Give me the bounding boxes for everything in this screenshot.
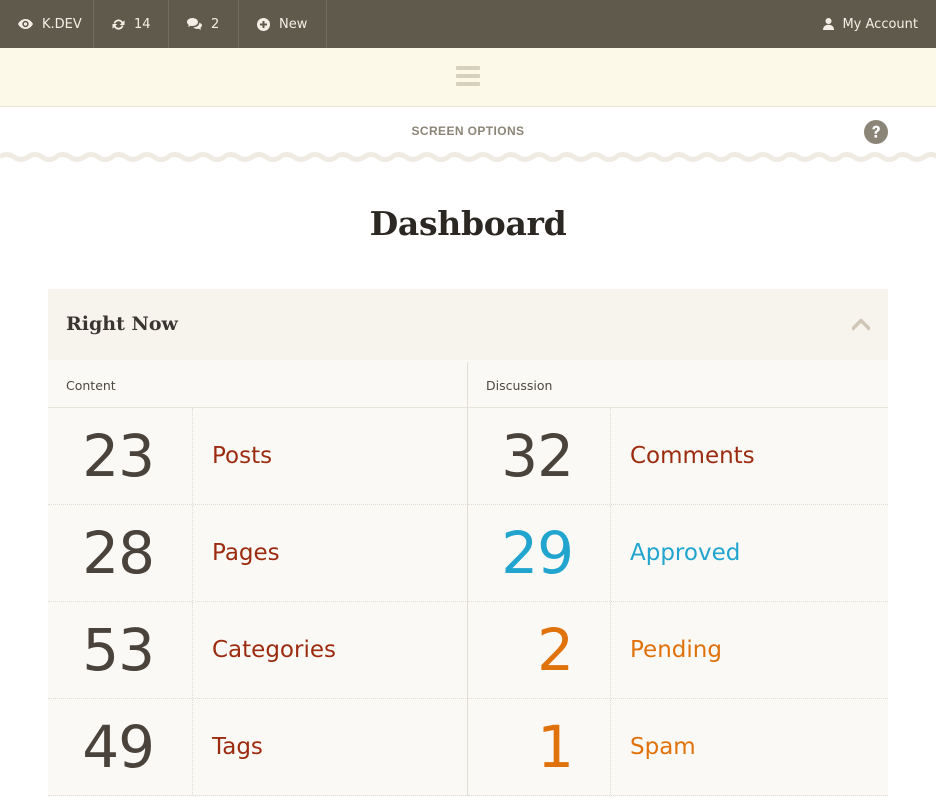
content-column-header: Content [48, 362, 468, 408]
pages-link[interactable]: Pages [212, 505, 280, 601]
plus-circle-icon [257, 17, 270, 31]
discussion-column-header: Discussion [468, 362, 888, 408]
spam-link[interactable]: Spam [630, 699, 696, 795]
my-account-link[interactable]: My Account [823, 0, 918, 48]
right-now-widget: Right Now Content Discussion 23 Posts 28… [48, 289, 888, 797]
comments-link[interactable]: 2 [169, 0, 239, 48]
site-link[interactable]: K.DEV [0, 0, 94, 48]
pending-count[interactable]: 2 [468, 602, 611, 698]
menu-bar [0, 48, 936, 107]
tags-count[interactable]: 49 [48, 699, 193, 795]
widget-title: Right Now [66, 313, 178, 335]
question-circle-icon[interactable] [864, 120, 888, 144]
tags-link[interactable]: Tags [212, 699, 263, 795]
discussion-row-approved: 29 Approved [468, 505, 888, 602]
updates-count: 14 [134, 16, 151, 32]
content-row-categories: 53 Categories [48, 602, 468, 699]
admin-bar: K.DEV 14 2 New My Account [0, 0, 936, 48]
comments-count: 2 [211, 16, 220, 32]
posts-link[interactable]: Posts [212, 408, 272, 504]
content-row-tags: 49 Tags [48, 699, 468, 796]
new-label: New [279, 16, 308, 32]
screen-options-button[interactable]: SCREEN OPTIONS [0, 124, 936, 138]
content-row-pages: 28 Pages [48, 505, 468, 602]
approved-count[interactable]: 29 [468, 505, 611, 601]
chevron-up-icon[interactable] [852, 317, 870, 331]
posts-count[interactable]: 23 [48, 408, 193, 504]
content-row-posts: 23 Posts [48, 408, 468, 505]
comments-count-large[interactable]: 32 [468, 408, 611, 504]
comments-link[interactable]: Comments [630, 408, 755, 504]
refresh-icon [112, 18, 125, 30]
my-account-label: My Account [842, 16, 918, 32]
discussion-row-spam: 1 Spam [468, 699, 888, 796]
pending-link[interactable]: Pending [630, 602, 722, 698]
discussion-row-pending: 2 Pending [468, 602, 888, 699]
comments-icon [187, 18, 202, 30]
site-label: K.DEV [42, 16, 82, 32]
approved-link[interactable]: Approved [630, 505, 740, 601]
new-content-link[interactable]: New [239, 0, 327, 48]
widget-header[interactable]: Right Now [48, 289, 888, 360]
user-icon [823, 18, 835, 30]
categories-link[interactable]: Categories [212, 602, 336, 698]
pages-count[interactable]: 28 [48, 505, 193, 601]
page-title: Dashboard [369, 204, 567, 243]
eye-icon [18, 19, 33, 29]
hamburger-icon[interactable] [456, 66, 480, 86]
wavy-divider [0, 152, 936, 162]
spam-count[interactable]: 1 [468, 699, 611, 795]
discussion-row-comments: 32 Comments [468, 408, 888, 505]
updates-link[interactable]: 14 [94, 0, 169, 48]
categories-count[interactable]: 53 [48, 602, 193, 698]
